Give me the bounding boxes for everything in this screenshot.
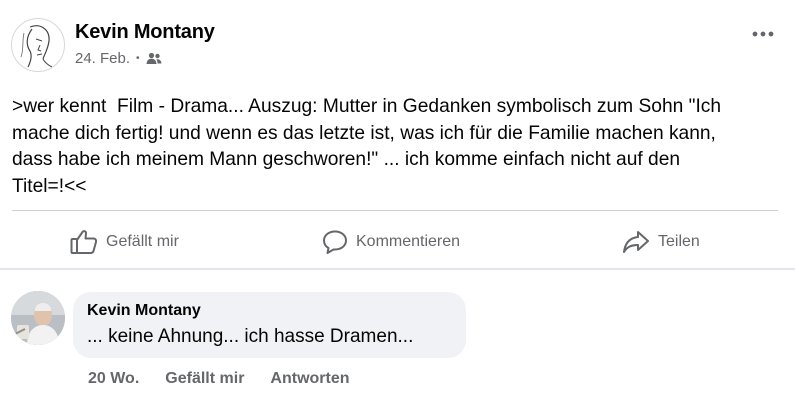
share-arrow-icon	[623, 231, 649, 253]
comment-text: ... keine Ahnung... ich hasse Dramen...	[87, 326, 414, 347]
divider	[0, 268, 795, 270]
friends-icon	[146, 52, 162, 64]
sketch-portrait-icon	[20, 25, 53, 68]
like-button[interactable]: Gefällt mir	[70, 224, 179, 260]
post-meta: 24. Feb. •	[75, 50, 162, 67]
comment-like-button[interactable]: Gefällt mir	[165, 370, 244, 388]
post-header: Kevin Montany 24. Feb. •	[11, 18, 786, 74]
post-text: >wer kennt Film - Drama... Auszug: Mutte…	[12, 96, 722, 197]
divider	[12, 210, 778, 211]
comment-bubble: Kevin Montany ... keine Ahnung... ich ha…	[73, 292, 466, 358]
thumbs-up-icon	[70, 230, 98, 254]
author-avatar[interactable]	[11, 18, 65, 72]
post-author-name[interactable]: Kevin Montany	[75, 21, 215, 44]
comment-author-avatar[interactable]	[11, 291, 65, 345]
comment-actions: 20 Wo. Gefällt mir Antworten	[88, 370, 350, 388]
post-date[interactable]: 24. Feb.	[75, 50, 130, 67]
share-label: Teilen	[658, 233, 700, 250]
meta-separator: •	[136, 53, 140, 64]
post-actions-bar: Gefällt mir Kommentieren Teilen	[0, 224, 795, 260]
comment-label: Kommentieren	[356, 233, 461, 250]
comment-author-name[interactable]: Kevin Montany	[87, 302, 201, 320]
comment-bubble-icon	[323, 230, 347, 254]
like-label: Gefällt mir	[106, 233, 179, 250]
share-button[interactable]: Teilen	[622, 224, 700, 260]
comment-reply-button[interactable]: Antworten	[270, 370, 349, 388]
user-photo-icon	[11, 291, 65, 345]
comment-button[interactable]: Kommentieren	[322, 224, 460, 260]
more-options-icon[interactable]	[752, 20, 774, 40]
comment-timestamp[interactable]: 20 Wo.	[88, 370, 139, 388]
